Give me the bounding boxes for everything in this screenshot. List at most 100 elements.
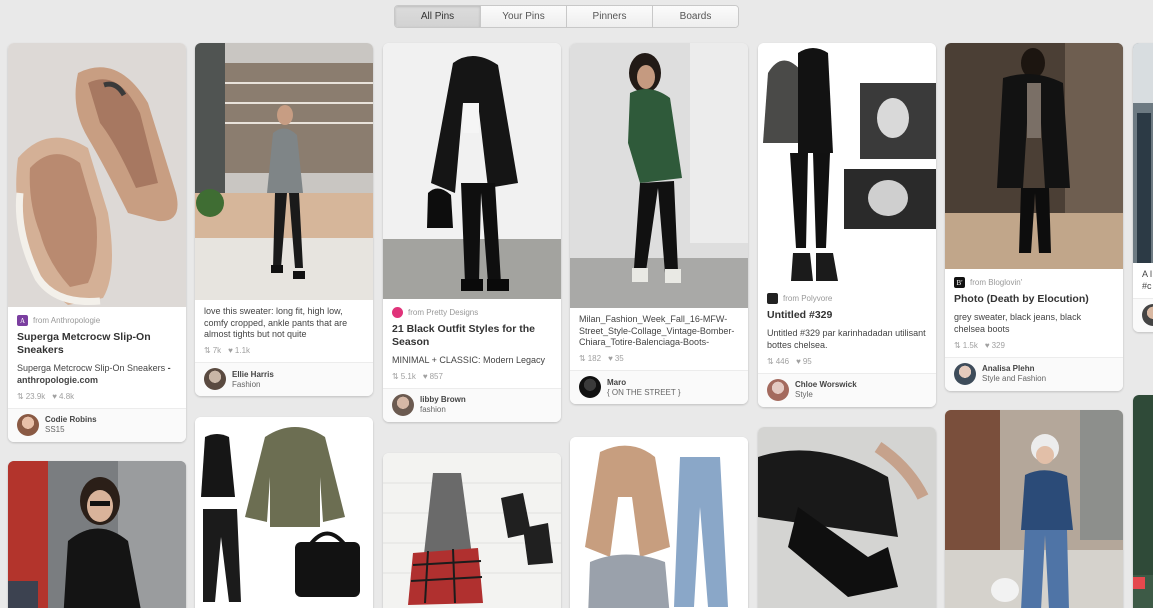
avatar[interactable] xyxy=(204,368,226,391)
pin-owner[interactable]: Maro{ ON THE STREET } xyxy=(570,370,748,405)
pin-stats: ⇅ 1.5k ♥ 329 xyxy=(945,336,1123,357)
pin-image-polyvore-set[interactable] xyxy=(758,43,936,285)
heart-icon: ♥ xyxy=(422,371,428,381)
avatar[interactable] xyxy=(392,393,414,416)
repin-count-value: 23.9k xyxy=(25,391,46,401)
like-count-value: 857 xyxy=(429,371,443,381)
pin-card[interactable] xyxy=(945,410,1123,608)
avatar[interactable] xyxy=(17,413,39,436)
pin-owner[interactable] xyxy=(1133,298,1153,333)
pin-title[interactable]: 21 Black Outfit Styles for the Season xyxy=(383,318,561,349)
pin-card[interactable]: B' from Bloglovin' Photo (Death by Elocu… xyxy=(945,43,1123,391)
pin-card[interactable]: A from Anthropologie Superga Metcrocw Sl… xyxy=(8,43,186,442)
owner-name[interactable]: Ellie Harris xyxy=(232,370,274,379)
owner-name[interactable]: Analisa Plehn xyxy=(982,364,1046,373)
repin-count-value: 182 xyxy=(587,354,602,364)
repin-count-value: 446 xyxy=(775,356,790,366)
pin-source-label: from Bloglovin' xyxy=(970,278,1023,287)
board-name[interactable]: fashion xyxy=(420,405,466,414)
pin-card[interactable]: from Pretty Designs 21 Black Outfit Styl… xyxy=(383,43,561,422)
heart-icon: ♥ xyxy=(228,346,233,356)
repin-count: ⇅ 446 xyxy=(767,357,789,366)
repin-icon: ⇅ xyxy=(17,391,24,401)
pin-image-black-outfit[interactable] xyxy=(383,43,561,299)
tab-all-pins[interactable]: All Pins xyxy=(395,6,481,27)
pin-source[interactable]: A from Anthropologie xyxy=(8,307,186,326)
pin-image-grey-sweater-street[interactable] xyxy=(195,43,373,300)
pin-card[interactable] xyxy=(8,461,186,608)
pin-image-grey-hair-denim[interactable] xyxy=(945,410,1123,608)
tab-pinners[interactable]: Pinners xyxy=(567,6,653,27)
pin-owner[interactable]: libby Brown fashion xyxy=(383,387,561,422)
pin-image-partial-street[interactable] xyxy=(1133,43,1153,263)
board-name[interactable]: Style xyxy=(795,390,857,399)
tab-your-pins[interactable]: Your Pins xyxy=(481,6,567,27)
pin-source[interactable]: B' from Bloglovin' xyxy=(945,269,1123,288)
pin-source-label: from Polyvore xyxy=(783,294,833,303)
board-name[interactable]: { ON THE STREET } xyxy=(607,388,681,397)
pin-image-plaid-flatlay[interactable] xyxy=(383,453,561,608)
like-count-value: 1.1k xyxy=(234,346,251,356)
pin-description: A l @c #c xyxy=(1142,269,1153,291)
pin-source[interactable]: from Polyvore xyxy=(758,285,936,304)
pin-source[interactable]: from Pretty Designs xyxy=(383,299,561,318)
pin-card[interactable] xyxy=(383,453,561,608)
pin-card[interactable] xyxy=(758,427,936,608)
tab-boards[interactable]: Boards xyxy=(653,6,738,27)
avatar[interactable] xyxy=(954,362,976,385)
pin-card[interactable] xyxy=(570,437,748,608)
pin-owner[interactable]: Chloe Worswick Style xyxy=(758,372,936,407)
pin-title[interactable]: Photo (Death by Elocution) xyxy=(945,288,1123,306)
pin-image-black-boots-floor[interactable] xyxy=(758,427,936,608)
pin-image-black-coat-cafe[interactable] xyxy=(945,43,1123,269)
repin-count-value: 7k xyxy=(212,346,222,356)
pin-card[interactable]: from Polyvore Untitled #329 Untitled #32… xyxy=(758,43,936,407)
pin-image-outfit-flatlay-bomber[interactable] xyxy=(195,417,373,608)
owner-name[interactable]: libby Brown xyxy=(420,395,466,404)
pin-title[interactable]: Untitled #329 xyxy=(758,304,936,322)
heart-icon: ♥ xyxy=(796,356,801,366)
pin-stats: ⇅ 7k ♥ 1.1k xyxy=(195,341,373,362)
pin-description: Milan_Fashion_Week_Fall_16-MFW-Street_St… xyxy=(579,314,735,348)
pin-image-green-bomber-milan[interactable] xyxy=(570,43,748,308)
repin-count-value: 1.5k xyxy=(962,340,978,350)
like-count: ♥ 4.8k xyxy=(52,392,74,401)
pin-card[interactable]: A l @c #c xyxy=(1133,43,1153,333)
pin-stats: ⇅ 23.9k ♥ 4.8k xyxy=(8,387,186,408)
repin-count: ⇅ 7k xyxy=(204,346,221,355)
pin-card[interactable]: love this sweater: long fit, high low, c… xyxy=(195,43,373,397)
owner-name[interactable]: Maro xyxy=(607,378,681,387)
repin-icon: ⇅ xyxy=(767,356,774,366)
repin-icon: ⇅ xyxy=(954,340,961,350)
repin-icon: ⇅ xyxy=(204,346,211,356)
like-count: ♥ 1.1k xyxy=(228,346,250,355)
avatar[interactable] xyxy=(579,376,601,399)
board-name[interactable]: Style and Fashion xyxy=(982,374,1046,383)
owner-name[interactable]: Chloe Worswick xyxy=(795,380,857,389)
pin-image-camel-cardigan-jeans[interactable] xyxy=(570,437,748,608)
board-name[interactable]: SS15 xyxy=(45,425,97,434)
like-count-value: 95 xyxy=(802,356,812,366)
pin-image-rose-gold-sneakers[interactable] xyxy=(8,43,186,307)
pin-owner[interactable]: Analisa Plehn Style and Fashion xyxy=(945,356,1123,391)
pin-card[interactable] xyxy=(195,417,373,608)
anthropologie-icon: A xyxy=(17,315,28,326)
like-count: ♥ 95 xyxy=(796,357,812,366)
pretty-designs-icon xyxy=(392,307,403,318)
pin-title[interactable]: Superga Metcrocw Slip-On Sneakers xyxy=(8,326,186,357)
owner-name[interactable]: Codie Robins xyxy=(45,415,97,424)
pin-stats: ⇅ 182 ♥ 35 xyxy=(570,349,748,370)
pin-card[interactable]: Milan_Fashion_Week_Fall_16-MFW-Street_St… xyxy=(570,43,748,405)
repin-count: ⇅ 182 xyxy=(579,354,601,363)
repin-icon: ⇅ xyxy=(579,354,586,364)
board-name[interactable]: Fashion xyxy=(232,380,274,389)
pin-card[interactable] xyxy=(1133,395,1153,608)
heart-icon: ♥ xyxy=(984,340,990,350)
pin-image-partial-plaid[interactable] xyxy=(1133,395,1153,608)
avatar[interactable] xyxy=(767,378,789,401)
pin-owner[interactable]: Codie Robins SS15 xyxy=(8,407,186,442)
pin-image-woman-sunglasses-coat[interactable] xyxy=(8,461,186,608)
pin-source-label: from Pretty Designs xyxy=(408,308,479,317)
avatar[interactable] xyxy=(1142,304,1153,327)
pin-owner[interactable]: Ellie Harris Fashion xyxy=(195,362,373,397)
